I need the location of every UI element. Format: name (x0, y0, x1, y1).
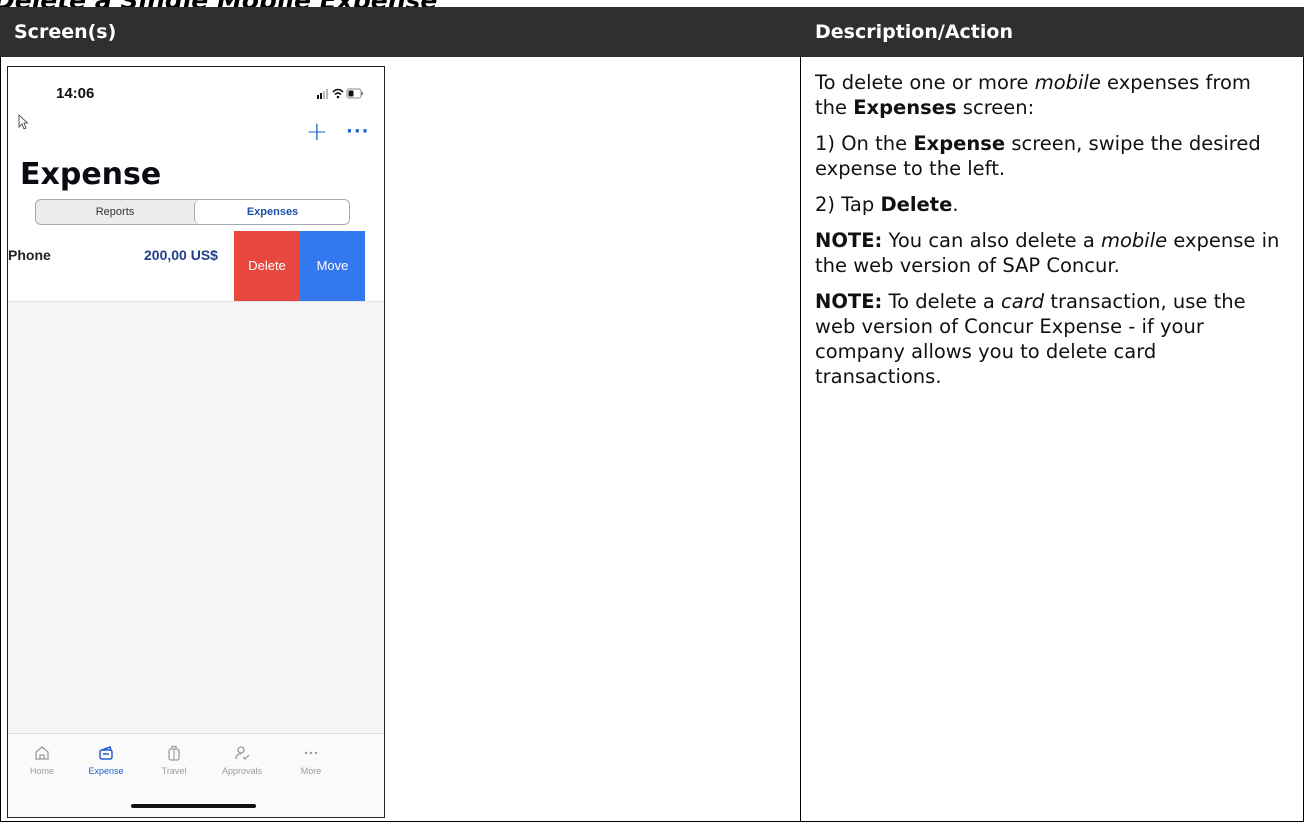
tab-label: Travel (161, 766, 187, 776)
tab-more[interactable]: More (281, 744, 341, 776)
wifi-icon (332, 88, 344, 99)
plus-icon: + (306, 117, 328, 147)
segmented-control: Reports Expenses (35, 199, 350, 225)
tab-label: Home (29, 766, 54, 776)
add-expense-button[interactable]: + (306, 119, 328, 145)
tab-label: More (300, 766, 322, 776)
tab-expense[interactable]: Expense (76, 744, 136, 776)
signal-icon (317, 89, 328, 99)
column-header-screens: Screen(s) (14, 21, 117, 43)
cursor-icon (18, 114, 28, 130)
expense-list-item[interactable]: Phone 200,00 US$ Delete Move (8, 231, 384, 302)
status-icons (317, 88, 363, 99)
battery-icon (346, 88, 363, 99)
move-button[interactable]: Move (300, 231, 365, 301)
tab-label: Expense (88, 766, 124, 776)
page-title: Expense (20, 157, 162, 192)
expense-card-icon (99, 746, 113, 760)
suitcase-icon (168, 745, 180, 761)
table-header-row: Screen(s) Description/Action (0, 7, 1304, 57)
description-step-2: 2) Tap Delete. (815, 193, 959, 216)
description-note-1: NOTE: You can also delete a mobile expen… (815, 229, 1280, 277)
tab-travel[interactable]: Travel (144, 744, 204, 776)
home-indicator (131, 804, 256, 808)
expense-name: Phone (8, 247, 51, 263)
description-paragraph-1: To delete one or more mobile expenses fr… (815, 71, 1251, 119)
approvals-person-icon (235, 746, 250, 760)
status-time: 14:06 (56, 85, 95, 102)
more-options-button[interactable]: ··· (346, 121, 370, 142)
tab-label: Approvals (221, 766, 263, 776)
tab-home[interactable]: Home (12, 744, 72, 776)
column-divider (800, 57, 801, 822)
home-icon (35, 746, 49, 760)
expense-amount: 200,00 US$ (144, 247, 218, 263)
segment-expenses[interactable]: Expenses (194, 200, 349, 224)
description-step-1: 1) On the Expense screen, swipe the desi… (815, 132, 1261, 180)
delete-button[interactable]: Delete (234, 231, 300, 301)
more-dots-icon (304, 751, 318, 755)
ellipsis-icon: ··· (346, 121, 370, 142)
tab-approvals[interactable]: Approvals (212, 744, 272, 776)
segment-reports[interactable]: Reports (36, 200, 194, 224)
column-header-description: Description/Action (815, 21, 1013, 43)
description-text: To delete one or more mobile expenses fr… (815, 70, 1285, 400)
description-note-2: NOTE: To delete a card transaction, use … (815, 290, 1246, 388)
phone-screenshot: 14:06 + ··· Expense Reports Expenses Pho… (7, 66, 385, 818)
